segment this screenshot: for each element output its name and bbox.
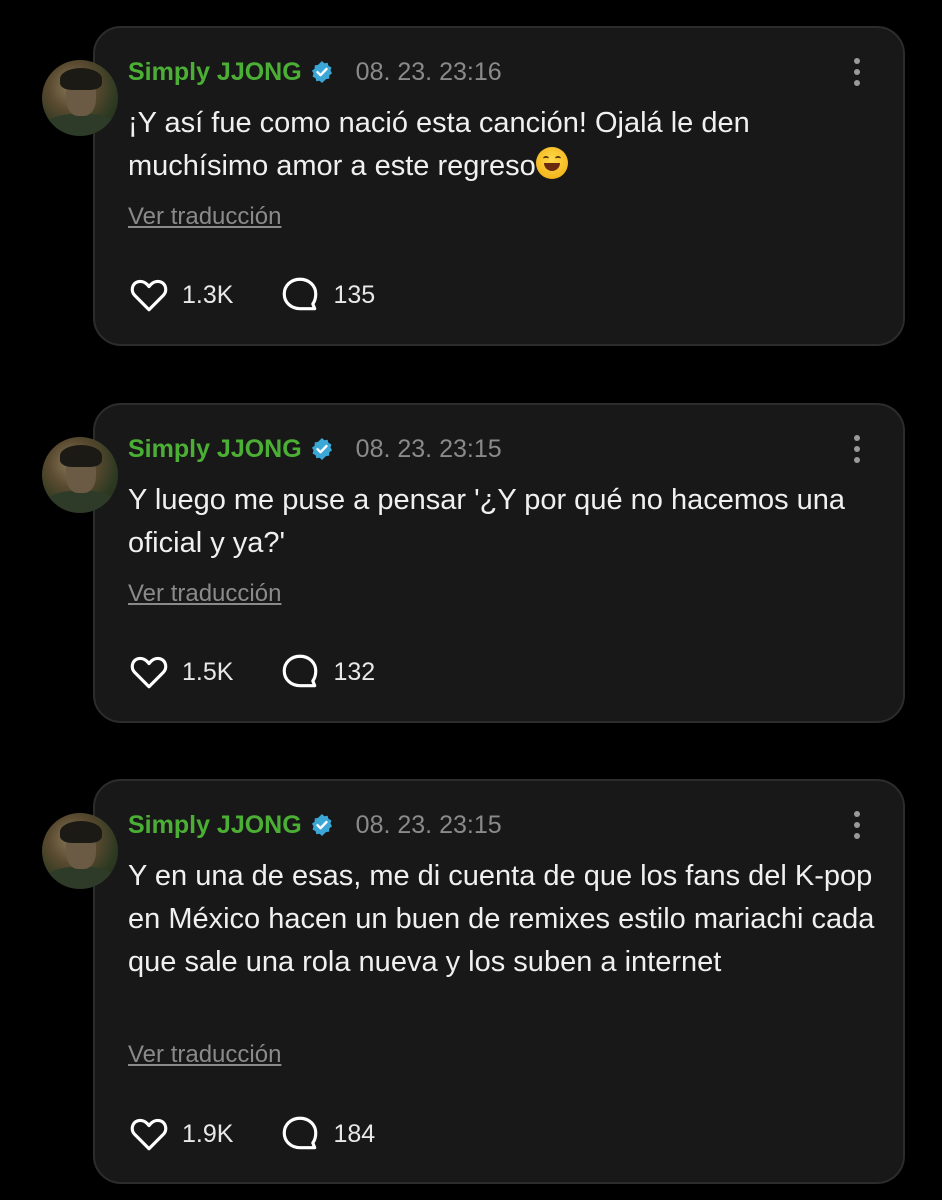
heart-icon <box>130 279 168 312</box>
like-count: 1.3K <box>182 280 234 309</box>
like-count: 1.9K <box>182 1119 234 1148</box>
translate-link[interactable]: Ver traducción <box>128 1041 281 1069</box>
avatar[interactable] <box>42 437 118 513</box>
verified-badge-icon <box>311 61 332 83</box>
post-header: Simply JJONG 08. 23. 23:15 <box>128 429 502 469</box>
comment-button[interactable]: 184 <box>279 1113 375 1155</box>
comment-bubble-icon <box>283 277 318 311</box>
post-actions: 1.3K 135 <box>128 274 421 316</box>
verified-badge-icon <box>311 438 332 460</box>
like-button[interactable]: 1.3K <box>128 274 233 316</box>
translate-link[interactable]: Ver traducción <box>128 580 281 608</box>
post-header: Simply JJONG 08. 23. 23:15 <box>128 805 502 845</box>
comment-count: 135 <box>333 280 376 309</box>
comment-bubble-icon <box>283 654 318 688</box>
more-vertical-icon[interactable] <box>842 52 872 92</box>
comment-count: 132 <box>333 657 376 686</box>
post-text: ¡Y así fue como nació esta canción! Ojal… <box>128 107 750 182</box>
translate-link[interactable]: Ver traducción <box>128 203 281 231</box>
username[interactable]: Simply JJONG <box>128 58 302 87</box>
like-count: 1.5K <box>182 657 234 686</box>
timestamp: 08. 23. 23:16 <box>355 57 502 86</box>
post-text: Y en una de esas, me di cuenta de que lo… <box>128 860 875 978</box>
post-actions: 1.5K 132 <box>128 651 421 693</box>
heart-icon <box>130 1118 168 1151</box>
timestamp: 08. 23. 23:15 <box>355 810 502 839</box>
post-text: Y luego me puse a pensar '¿Y por qué no … <box>128 484 846 559</box>
username[interactable]: Simply JJONG <box>128 435 302 464</box>
username[interactable]: Simply JJONG <box>128 811 302 840</box>
avatar[interactable] <box>42 60 118 136</box>
post: Simply JJONG 08. 23. 23:15 Y en una de e… <box>0 779 942 1184</box>
comment-button[interactable]: 135 <box>279 274 375 316</box>
avatar[interactable] <box>42 813 118 889</box>
post-actions: 1.9K 184 <box>128 1113 421 1155</box>
verified-badge-icon <box>311 814 332 836</box>
more-vertical-icon[interactable] <box>842 429 872 469</box>
heart-icon <box>130 656 168 689</box>
comment-count: 184 <box>333 1119 376 1148</box>
grinning-emoji-icon <box>535 147 568 179</box>
post: Simply JJONG 08. 23. 23:15 Y luego me pu… <box>0 403 942 723</box>
comment-bubble-icon <box>283 1116 318 1150</box>
comment-button[interactable]: 132 <box>279 651 375 693</box>
like-button[interactable]: 1.9K <box>128 1113 233 1155</box>
like-button[interactable]: 1.5K <box>128 651 233 693</box>
post: Simply JJONG 08. 23. 23:16 ¡Y así fue co… <box>0 26 942 346</box>
post-header: Simply JJONG 08. 23. 23:16 <box>128 52 502 92</box>
timestamp: 08. 23. 23:15 <box>355 434 502 463</box>
more-vertical-icon[interactable] <box>842 805 872 845</box>
